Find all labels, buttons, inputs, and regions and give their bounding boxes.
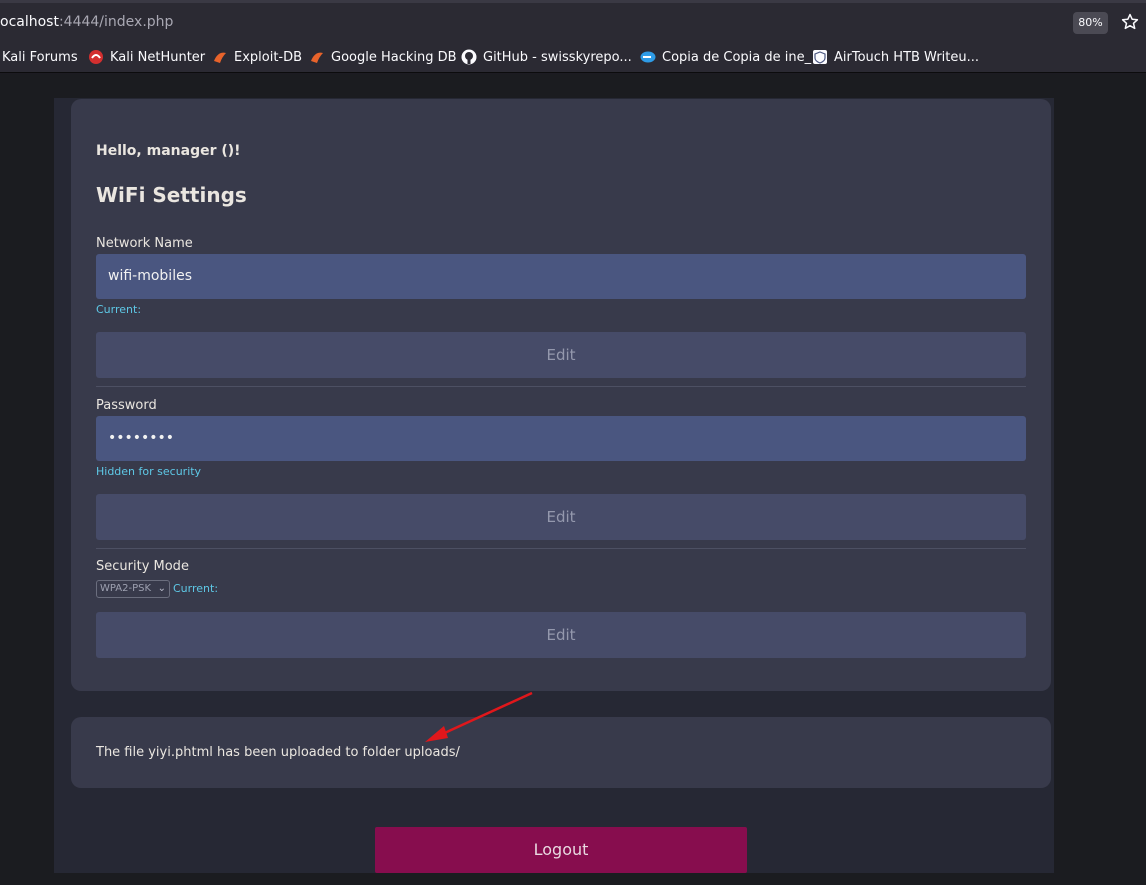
ghdb-icon <box>311 52 323 63</box>
bookmark-github-swisskyrepo[interactable]: GitHub - swisskyrepo... <box>461 48 632 66</box>
bottom-bar <box>0 873 1146 885</box>
top-gutter <box>0 74 1146 98</box>
bookmark-star-icon[interactable] <box>1120 12 1140 32</box>
security-mode-select[interactable]: WPA2-PSK ⌄ <box>96 580 170 598</box>
nethunter-icon <box>89 50 103 64</box>
upload-message: The file yiyi.phtml has been uploaded to… <box>96 745 460 760</box>
bookmark-exploit-db[interactable]: Exploit-DB <box>212 48 302 66</box>
bookmark-google-hacking-db[interactable]: Google Hacking DB <box>309 48 457 66</box>
edit-security-button[interactable]: Edit <box>96 612 1026 658</box>
divider <box>96 548 1026 549</box>
password-hint: Hidden for security <box>96 465 202 478</box>
url-bar[interactable]: ocalhost:4444/index.php 80% <box>0 0 1146 40</box>
github-icon <box>461 49 477 65</box>
airtouch-icon <box>813 50 827 64</box>
network-name-input[interactable]: wifi-mobiles <box>96 254 1026 299</box>
divider <box>96 386 1026 387</box>
upload-message-card: The file yiyi.phtml has been uploaded to… <box>71 717 1051 788</box>
password-label: Password <box>96 398 157 413</box>
password-input[interactable]: •••••••• <box>96 416 1026 461</box>
bookmark-copia[interactable]: Copia de Copia de ine_ <box>640 48 811 66</box>
bookmark-kali-forums[interactable]: Kali Forums <box>2 48 78 66</box>
wifi-settings-card: Hello, manager ()! WiFi Settings Network… <box>71 99 1051 691</box>
url-text[interactable]: ocalhost:4444/index.php <box>0 14 173 30</box>
copia-icon <box>640 51 656 63</box>
network-name-label: Network Name <box>96 236 193 251</box>
exploitdb-icon <box>214 52 226 63</box>
edit-network-button[interactable]: Edit <box>96 332 1026 378</box>
annotation-arrow-icon <box>425 691 533 742</box>
page-title: WiFi Settings <box>96 183 247 207</box>
network-current-hint: Current: <box>96 303 142 316</box>
chevron-down-icon: ⌄ <box>157 583 166 594</box>
bookmark-kali-nethunter[interactable]: Kali NetHunter <box>88 48 205 66</box>
security-current-hint: Current: <box>173 582 219 595</box>
greeting: Hello, manager ()! <box>96 143 241 159</box>
bookmark-airtouch[interactable]: AirTouch HTB Writeu... <box>812 48 979 66</box>
zoom-level-badge[interactable]: 80% <box>1073 12 1108 34</box>
edit-password-button[interactable]: Edit <box>96 494 1026 540</box>
bookmarks-toolbar: Kali Forums Kali NetHunter Exploit-DB Go… <box>0 40 1146 73</box>
security-mode-label: Security Mode <box>96 559 189 574</box>
logout-button[interactable]: Logout <box>375 827 747 873</box>
